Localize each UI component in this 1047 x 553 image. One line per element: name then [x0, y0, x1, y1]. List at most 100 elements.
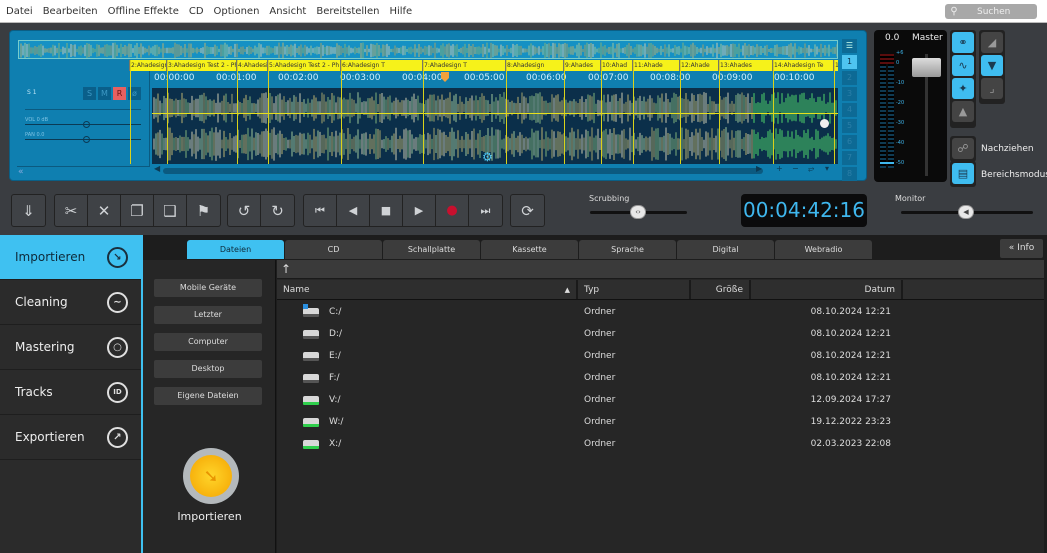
master-fader-knob[interactable] — [912, 58, 941, 77]
track-list-icon[interactable]: ☰ — [842, 39, 857, 53]
track-marker[interactable]: 10:Ahad — [600, 60, 632, 71]
next-button[interactable]: ⏭ — [469, 195, 502, 226]
track-marker[interactable]: 5:Ahadesign Test 2 - Ph — [267, 60, 340, 71]
file-row[interactable]: V:/ Ordner 12.09.2024 17:27 — [277, 389, 1044, 411]
paste-button[interactable]: ❑ — [154, 195, 187, 226]
track-marker[interactable]: 11:Ahade — [632, 60, 679, 71]
file-row[interactable]: E:/ Ordner 08.10.2024 12:21 — [277, 345, 1044, 367]
stereo-icon[interactable]: ⚭ — [952, 32, 974, 53]
track-marker[interactable]: 13:Ahades — [718, 60, 772, 71]
stop-button[interactable]: ■ — [370, 195, 403, 226]
track-number[interactable]: 1 — [842, 55, 857, 69]
marker-button[interactable]: ⚑ — [187, 195, 220, 226]
track-marker[interactable]: 7:Ahadesign T — [422, 60, 505, 71]
track-marker[interactable]: 9:Ahades — [563, 60, 600, 71]
menu-optionen[interactable]: Optionen — [210, 6, 264, 17]
nav-item-tracks[interactable]: Tracks ID — [0, 370, 141, 415]
menu-datei[interactable]: Datei — [2, 6, 37, 17]
go-start-button[interactable]: ⏮ — [304, 195, 337, 226]
track-marker[interactable]: 8:Ahadesign — [505, 60, 563, 71]
menu-ansicht[interactable]: Ansicht — [265, 6, 310, 17]
menu-bearbeiten[interactable]: Bearbeiten — [39, 6, 102, 17]
mute-button[interactable]: M — [98, 87, 111, 100]
dropdown-icon[interactable]: ▾ — [825, 164, 829, 173]
menu-bereitstellen[interactable]: Bereitstellen — [312, 6, 383, 17]
import-button[interactable]: ➘ — [183, 448, 239, 504]
fit-icon[interactable]: ⥂ — [808, 164, 814, 174]
track-marker[interactable]: 4:Ahadesig — [236, 60, 267, 71]
scrubbing-knob[interactable]: ‹› — [630, 205, 646, 219]
tab-sprache[interactable]: Sprache — [579, 240, 676, 259]
column-name[interactable]: Name ▲ — [277, 280, 578, 299]
tab-webradio[interactable]: Webradio — [775, 240, 872, 259]
file-row[interactable]: D:/ Ordner 08.10.2024 12:21 — [277, 323, 1044, 345]
tab-schallplatte[interactable]: Schallplatte — [383, 240, 480, 259]
track-number[interactable]: 5 — [842, 119, 857, 133]
scroll-right-icon[interactable]: ▶ — [756, 164, 762, 173]
spectrum-star-icon[interactable]: ✦ — [952, 78, 974, 99]
tab-cd[interactable]: CD — [285, 240, 382, 259]
track-number[interactable]: 2 — [842, 71, 857, 85]
track-number[interactable]: 8 — [842, 167, 857, 181]
parent-folder-button[interactable]: ↑ — [277, 260, 1044, 279]
play-button[interactable]: ▶ — [403, 195, 436, 226]
nachziehen-button[interactable]: ☍ — [950, 136, 976, 162]
delete-button[interactable]: ✕ — [88, 195, 121, 226]
tab-kassette[interactable]: Kassette — [481, 240, 578, 259]
menu-cd[interactable]: CD — [185, 6, 208, 17]
fade-in-icon[interactable]: ◢ — [981, 32, 1003, 53]
record-button[interactable]: ● — [436, 195, 469, 226]
track-marker[interactable]: 6:Ahadesign T — [340, 60, 422, 71]
track-marker[interactable]: 12:Ahade — [679, 60, 718, 71]
file-row[interactable]: W:/ Ordner 19.12.2022 23:23 — [277, 411, 1044, 433]
scroll-left-icon[interactable]: ◀ — [154, 164, 160, 173]
solo-button[interactable]: S — [83, 87, 96, 100]
my-files-button[interactable]: Eigene Dateien — [154, 387, 262, 405]
file-row[interactable]: F:/ Ordner 08.10.2024 12:21 — [277, 367, 1044, 389]
eq-curve-icon[interactable]: ∿ — [952, 55, 974, 76]
track-number[interactable]: 7 — [842, 151, 857, 165]
horizontal-scrollbar[interactable] — [163, 168, 763, 174]
zoom-in-icon[interactable]: + — [776, 164, 783, 173]
scrubbing-slider[interactable]: ‹› — [590, 205, 687, 219]
menu-hilfe[interactable]: Hilfe — [385, 6, 416, 17]
file-row[interactable]: C:/ Ordner 08.10.2024 12:21 — [277, 301, 1044, 323]
monitor-knob[interactable]: ◀ — [958, 205, 974, 219]
column-date[interactable]: Datum — [751, 280, 903, 299]
track-number[interactable]: 6 — [842, 135, 857, 149]
computer-button[interactable]: Computer — [154, 333, 262, 351]
volume-slider[interactable] — [25, 121, 141, 128]
nav-item-importieren[interactable]: Importieren ↘ — [0, 235, 141, 280]
compressor-icon[interactable]: ⌟ — [981, 78, 1003, 99]
menu-offline-effekte[interactable]: Offline Effekte — [104, 6, 183, 17]
column-size[interactable]: Größe — [691, 280, 751, 299]
limiter-icon[interactable]: ▼ — [981, 55, 1003, 76]
pan-knob[interactable] — [83, 136, 90, 143]
volume-envelope[interactable] — [152, 113, 838, 114]
copy-button[interactable]: ❐ — [121, 195, 154, 226]
track-marker[interactable]: 2:Ahadesign — [129, 60, 166, 71]
redo-button[interactable]: ↻ — [261, 195, 294, 226]
spectrum-icon[interactable]: ▲ — [952, 101, 974, 122]
gear-icon[interactable]: ⚙ — [482, 150, 493, 164]
info-button[interactable]: « Info — [1000, 239, 1043, 258]
monitor-slider[interactable]: ◀ — [901, 205, 1033, 219]
track-number[interactable]: 3 — [842, 87, 857, 101]
bereichsmodus-button[interactable]: ▤ — [950, 161, 976, 187]
track-marker[interactable]: 14:Ahadesign Te — [772, 60, 833, 71]
cut-button[interactable]: ✂ — [55, 195, 88, 226]
search-input[interactable]: ⚲ Suchen — [945, 4, 1037, 19]
nav-item-mastering[interactable]: Mastering ○ — [0, 325, 141, 370]
record-arm-button[interactable]: R — [113, 87, 126, 100]
desktop-button[interactable]: Desktop — [154, 360, 262, 378]
overview-waveform[interactable] — [18, 40, 838, 59]
envelope-handle[interactable] — [820, 119, 829, 128]
waveform-area[interactable]: ⚙ — [152, 88, 838, 164]
tab-dateien[interactable]: Dateien — [187, 240, 284, 259]
previous-button[interactable]: ◀ — [337, 195, 370, 226]
volume-knob[interactable] — [83, 121, 90, 128]
recent-button[interactable]: Letzter — [154, 306, 262, 324]
tab-digital[interactable]: Digital — [677, 240, 774, 259]
collapse-down-button[interactable]: ⇓ — [12, 195, 45, 226]
track-marker[interactable]: 3:Ahadesign Test 2 - Ph — [166, 60, 236, 71]
